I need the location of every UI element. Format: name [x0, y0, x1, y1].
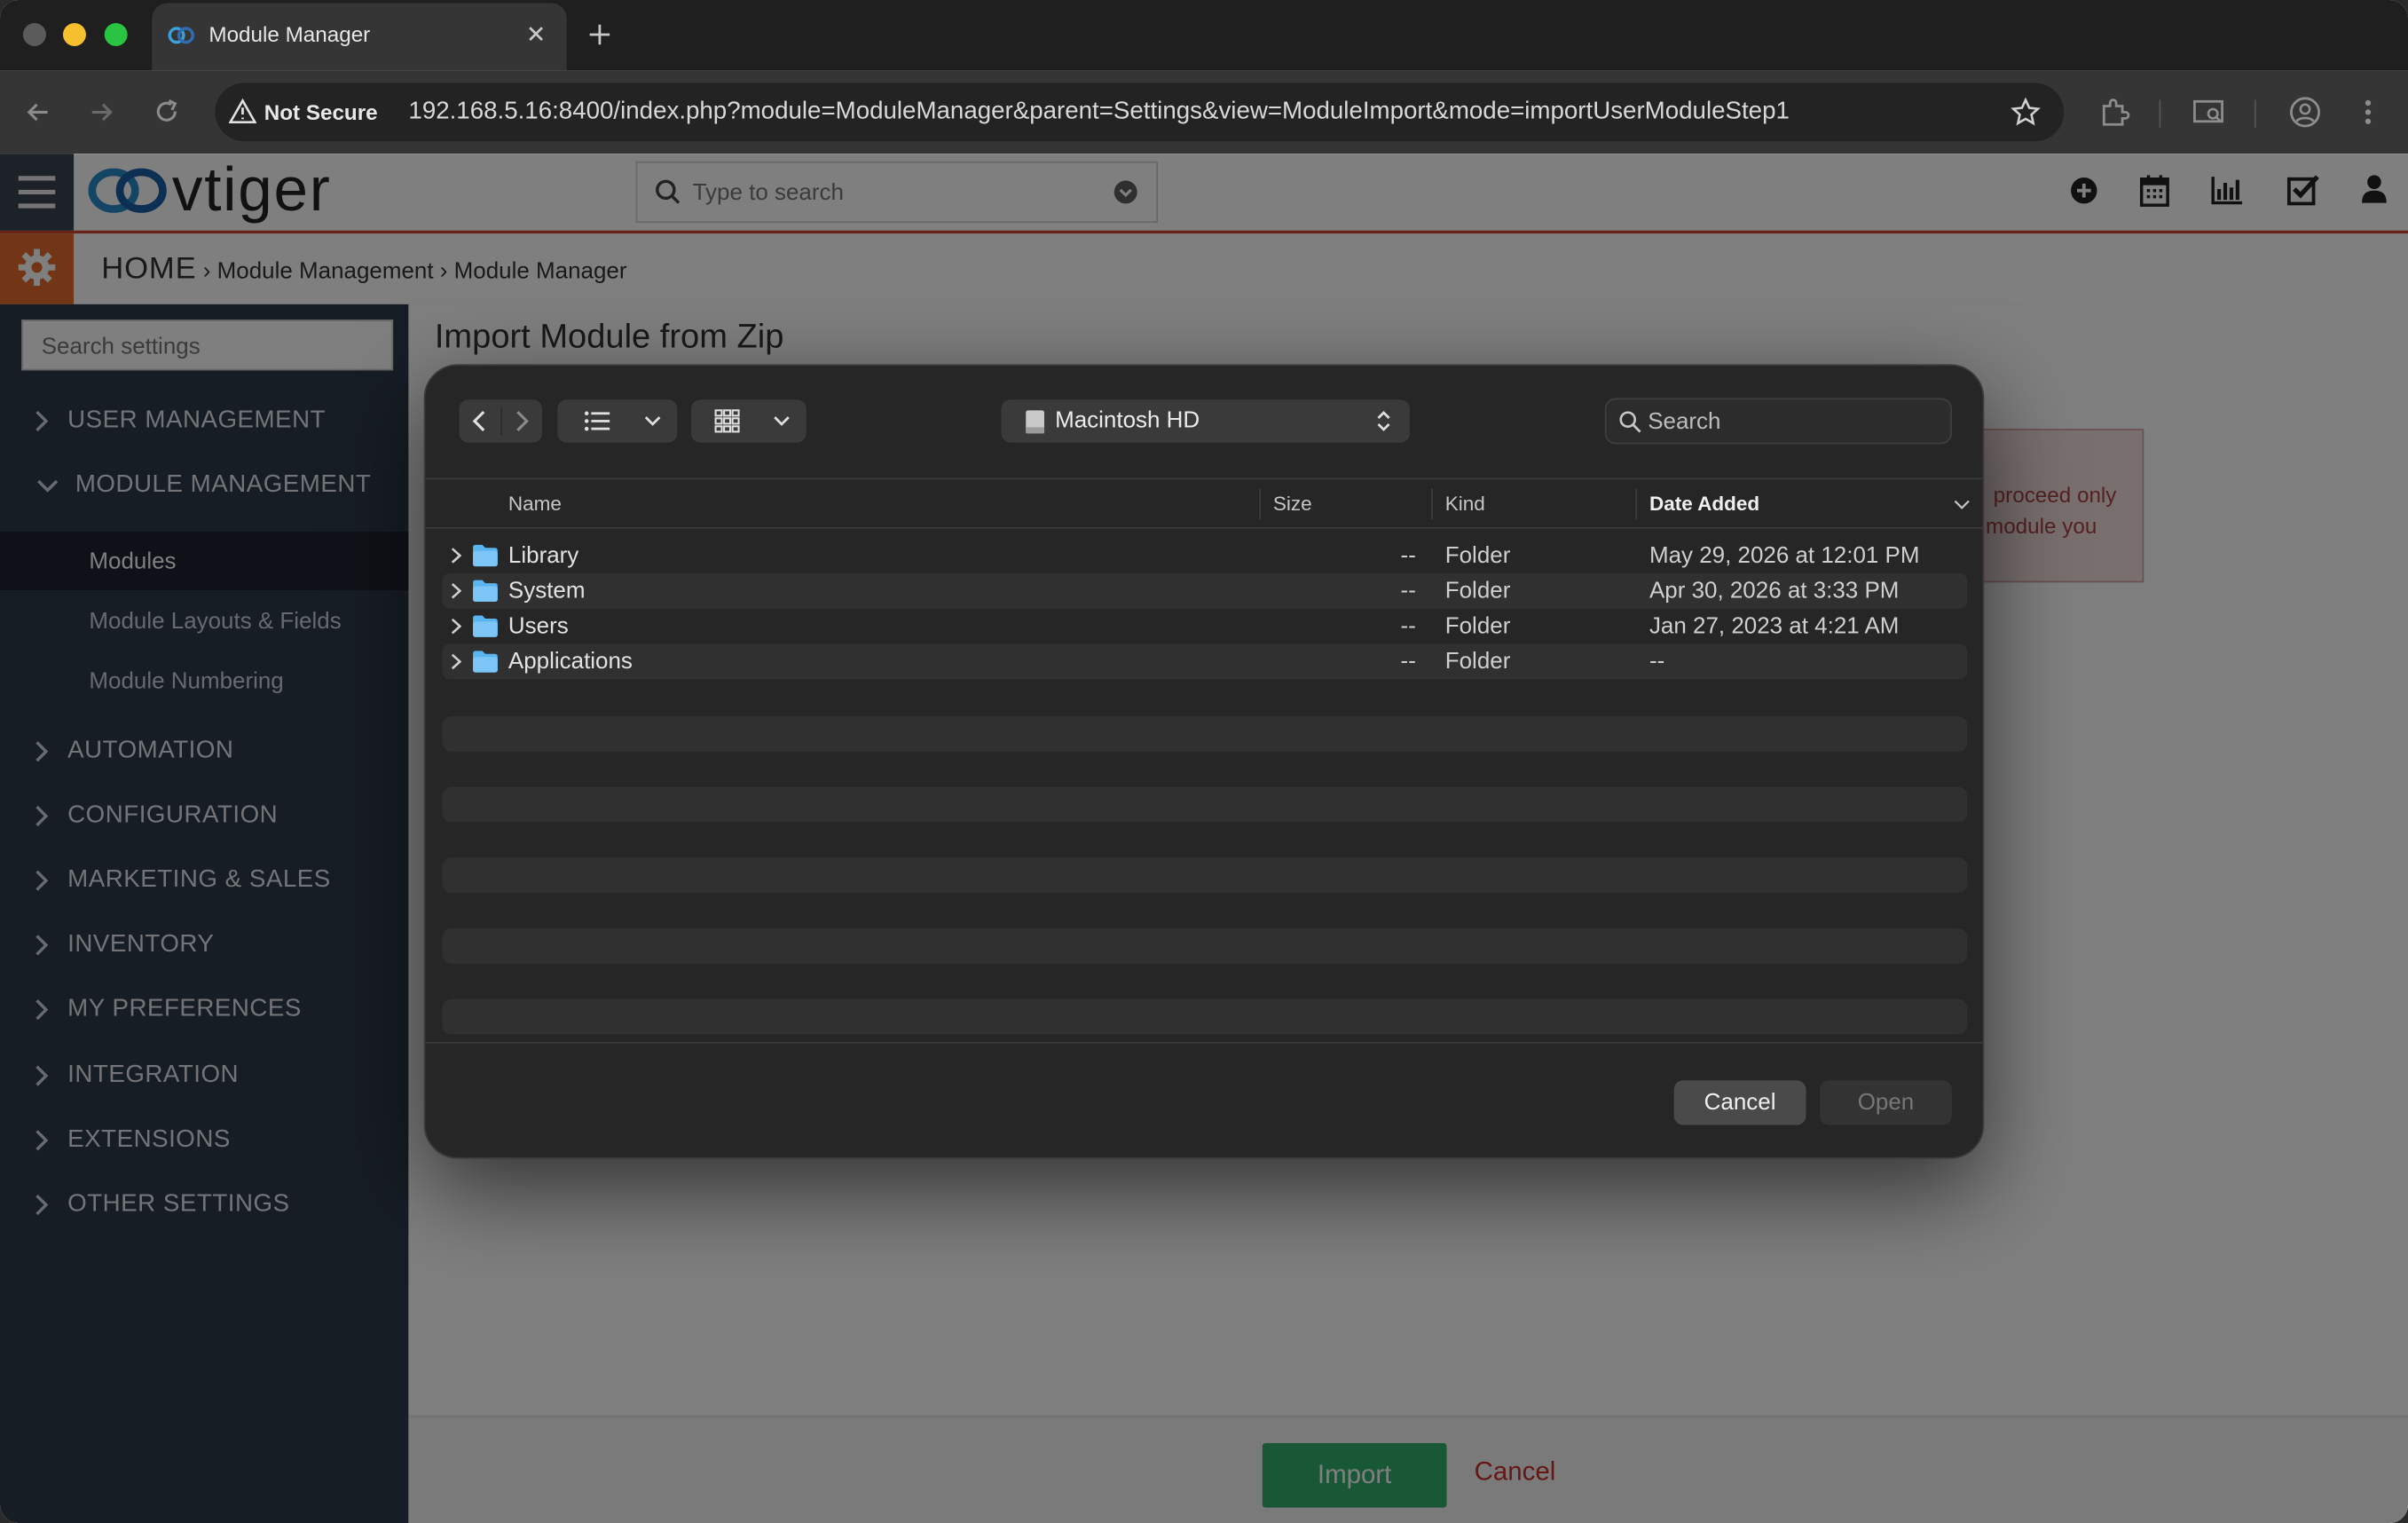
empty-list-row: [442, 927, 1968, 964]
disclosure-chevron-icon[interactable]: [450, 653, 462, 670]
file-size: --: [1400, 648, 1416, 675]
browser-toolbar: Not Secure 192.168.5.16:8400/index.php?m…: [0, 70, 2408, 154]
file-date-added: --: [1649, 648, 1665, 675]
location-label: Macintosh HD: [1055, 406, 1200, 434]
extensions-puzzle-icon[interactable]: [2097, 95, 2131, 129]
browser-window: Module Manager Not Secure 192.168.5.16:8…: [0, 0, 2408, 1523]
disclosure-chevron-icon[interactable]: [450, 582, 462, 599]
dialog-search-input[interactable]: Search: [1604, 398, 1952, 445]
file-name: Users: [508, 612, 569, 640]
magnifier-icon: [1618, 410, 1641, 433]
security-label[interactable]: Not Secure: [264, 100, 378, 125]
file-date-added: Jan 27, 2023 at 4:21 AM: [1649, 612, 1900, 640]
grid-view-icon: [714, 409, 740, 434]
close-tab-icon[interactable]: [525, 23, 547, 44]
tab-bar: Module Manager: [0, 0, 2408, 71]
zoom-window-button[interactable]: [104, 22, 128, 46]
file-row[interactable]: Applications -- Folder --: [442, 643, 1968, 680]
file-kind: Folder: [1444, 578, 1511, 604]
file-date-added: Apr 30, 2026 at 3:33 PM: [1649, 578, 1900, 604]
file-kind: Folder: [1444, 648, 1511, 675]
minimize-window-button[interactable]: [62, 22, 86, 46]
empty-list-row: [442, 715, 1968, 752]
close-window-button[interactable]: [22, 22, 46, 46]
tab-title: Module Manager: [209, 21, 371, 46]
segment-divider: [500, 406, 502, 436]
toolbar-divider: [2159, 99, 2161, 128]
dialog-search-placeholder: Search: [1648, 408, 1721, 436]
folder-icon: [473, 615, 498, 637]
column-separator: [1259, 488, 1262, 520]
column-header-row: Name Size Kind Date Added: [425, 477, 1983, 529]
sort-descending-chevron-icon: [1954, 500, 1971, 510]
column-separator: [1635, 488, 1638, 520]
column-header-name[interactable]: Name: [508, 492, 562, 515]
dialog-cancel-button[interactable]: Cancel: [1673, 1080, 1806, 1125]
column-header-size[interactable]: Size: [1273, 492, 1312, 515]
list-view-icon: [584, 410, 611, 431]
folder-icon: [473, 651, 498, 673]
file-row[interactable]: Library -- Folder May 29, 2026 at 12:01 …: [442, 538, 1967, 573]
toolbar-divider: [2254, 99, 2256, 128]
browser-tab[interactable]: Module Manager: [152, 3, 567, 71]
dialog-footer-divider: [425, 1042, 1983, 1044]
bookmark-star-icon[interactable]: [2011, 97, 2042, 128]
empty-list-row: [442, 998, 1968, 1035]
folder-icon: [473, 544, 498, 567]
hard-drive-icon: [1024, 409, 1045, 435]
vtiger-favicon-icon: [168, 21, 195, 49]
reload-icon[interactable]: [152, 97, 181, 126]
file-size: --: [1400, 542, 1416, 569]
file-name: Library: [508, 542, 579, 569]
folder-icon: [473, 580, 498, 602]
file-name: Applications: [508, 648, 633, 675]
file-size: --: [1400, 578, 1416, 604]
disclosure-chevron-icon[interactable]: [450, 547, 462, 564]
file-kind: Folder: [1444, 542, 1511, 569]
address-bar[interactable]: Not Secure 192.168.5.16:8400/index.php?m…: [215, 83, 2065, 142]
dialog-open-button[interactable]: Open: [1820, 1080, 1952, 1125]
profile-icon[interactable]: [2288, 95, 2322, 129]
file-kind: Folder: [1444, 612, 1511, 640]
file-date-added: May 29, 2026 at 12:01 PM: [1649, 542, 1920, 569]
location-popup[interactable]: Macintosh HD: [1001, 399, 1410, 443]
url-text[interactable]: 192.168.5.16:8400/index.php?module=Modul…: [408, 99, 1789, 126]
empty-list-row: [442, 857, 1968, 894]
group-view-button[interactable]: [690, 399, 807, 443]
back-chevron-icon[interactable]: [470, 409, 489, 434]
column-header-kind[interactable]: Kind: [1445, 492, 1485, 515]
back-arrow-icon[interactable]: [25, 99, 52, 126]
reading-list-search-icon[interactable]: [2192, 95, 2229, 129]
file-name: System: [508, 578, 586, 604]
forward-chevron-icon[interactable]: [513, 409, 531, 434]
file-open-dialog: Macintosh HD Search Name Size Kind Date …: [423, 364, 1985, 1159]
chevron-down-icon: [773, 415, 791, 428]
column-separator: [1431, 488, 1433, 520]
list-view-button[interactable]: [557, 399, 678, 443]
file-size: --: [1400, 612, 1416, 640]
new-tab-icon[interactable]: [586, 21, 612, 47]
back-forward-group: [459, 399, 542, 443]
browser-menu-kebab-icon[interactable]: [2360, 97, 2375, 128]
warning-triangle-icon: [228, 98, 257, 124]
up-down-chevron-icon: [1374, 409, 1393, 434]
empty-list-row: [442, 786, 1968, 823]
column-header-date-added[interactable]: Date Added: [1649, 492, 1759, 515]
file-row[interactable]: Users -- Folder Jan 27, 2023 at 4:21 AM: [442, 609, 1967, 644]
file-row[interactable]: System -- Folder Apr 30, 2026 at 3:33 PM: [442, 572, 1968, 609]
disclosure-chevron-icon[interactable]: [450, 618, 462, 635]
chevron-down-icon: [643, 415, 662, 428]
forward-arrow-icon[interactable]: [88, 99, 115, 126]
